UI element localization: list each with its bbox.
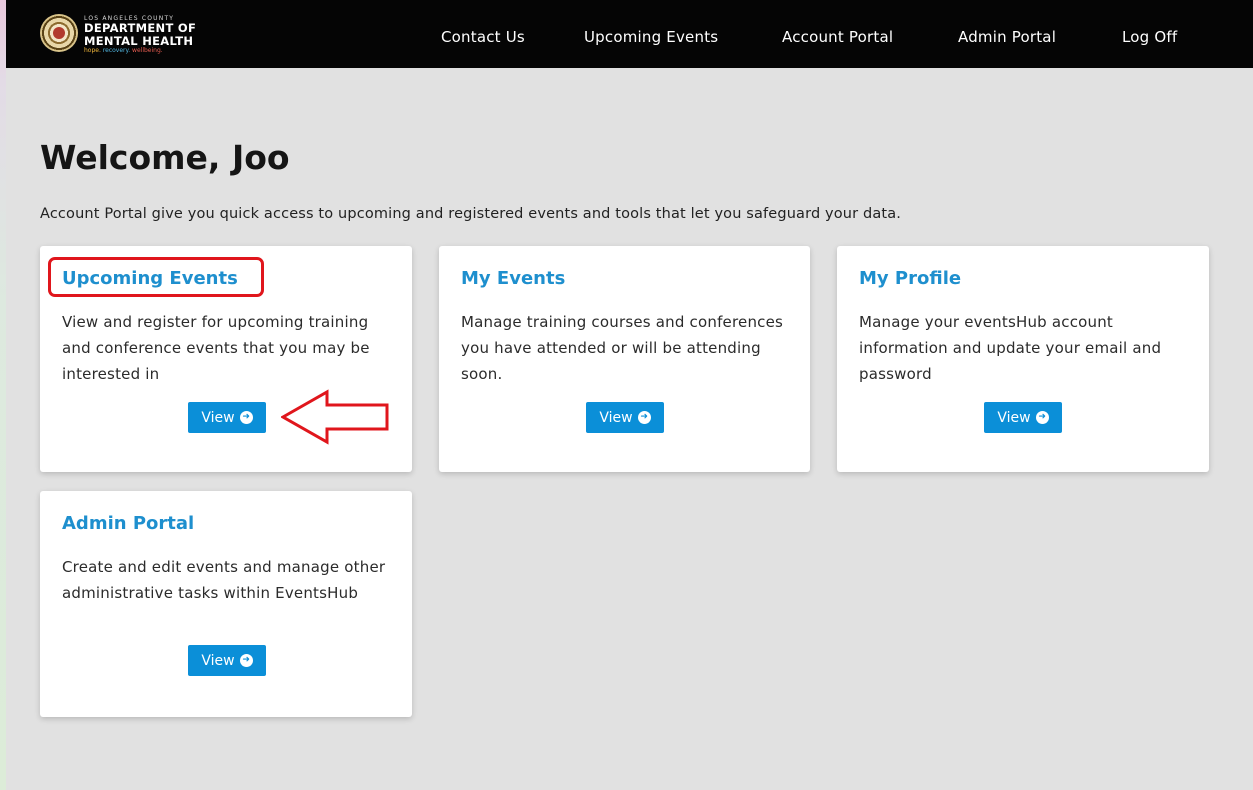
view-button-label: View [599,409,633,426]
view-button-label: View [201,409,235,426]
arrow-circle-right-icon: ➜ [1035,411,1049,424]
page-frame: LOS ANGELES COUNTY DEPARTMENT OF MENTAL … [6,0,1253,790]
card-desc-my-profile: Manage your eventsHub account informatio… [859,313,1162,383]
top-navbar: LOS ANGELES COUNTY DEPARTMENT OF MENTAL … [6,0,1253,68]
nav-contact-us[interactable]: Contact Us [441,28,525,46]
view-button-label: View [201,652,235,669]
view-button-upcoming-events[interactable]: View ➜ [188,402,266,433]
page-title: Welcome, Joo [40,138,290,177]
card-my-events: My Events Manage training courses and co… [439,246,810,472]
view-button-my-events[interactable]: View ➜ [586,402,664,433]
nav-links: Contact Us Upcoming Events Account Porta… [6,0,1253,68]
annotation-arrow-icon [281,389,389,445]
card-admin-portal: Admin Portal Create and edit events and … [40,491,412,717]
card-desc-admin-portal: Create and edit events and manage other … [62,558,386,602]
nav-log-off[interactable]: Log Off [1122,28,1177,46]
card-title-my-profile[interactable]: My Profile [859,268,961,289]
card-title-my-events[interactable]: My Events [461,268,565,289]
view-button-label: View [997,409,1031,426]
card-my-profile: My Profile Manage your eventsHub account… [837,246,1209,472]
nav-admin-portal[interactable]: Admin Portal [958,28,1056,46]
card-title-upcoming-events[interactable]: Upcoming Events [62,268,238,289]
nav-account-portal[interactable]: Account Portal [782,28,893,46]
view-button-my-profile[interactable]: View ➜ [984,402,1062,433]
card-title-admin-portal[interactable]: Admin Portal [62,513,194,534]
card-desc-upcoming-events: View and register for upcoming training … [62,313,370,383]
arrow-circle-right-icon: ➜ [239,654,253,667]
arrow-circle-right-icon: ➜ [239,411,253,424]
card-desc-my-events: Manage training courses and conferences … [461,313,784,383]
nav-upcoming-events[interactable]: Upcoming Events [584,28,718,46]
page-intro: Account Portal give you quick access to … [40,206,902,222]
arrow-circle-right-icon: ➜ [637,411,651,424]
view-button-admin-portal[interactable]: View ➜ [188,645,266,676]
